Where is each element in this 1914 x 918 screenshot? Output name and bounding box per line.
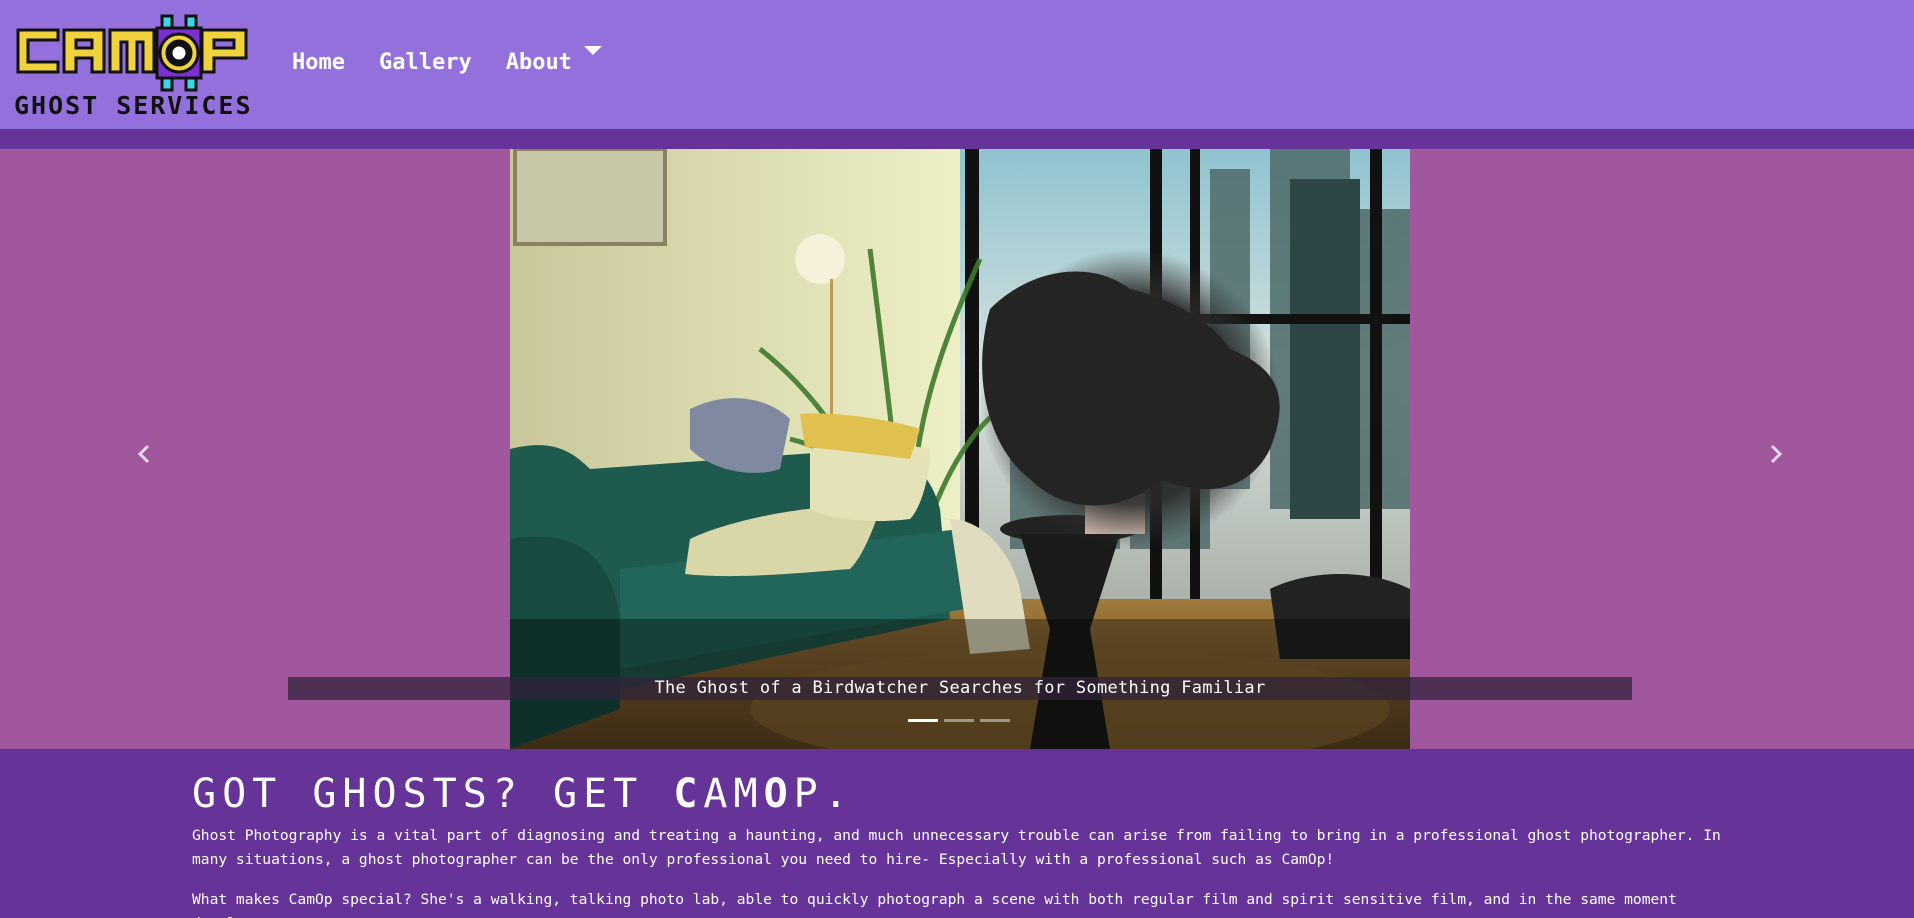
nav-about-link[interactable]: About [506, 50, 572, 75]
main-nav: Home Gallery About [292, 46, 602, 75]
headline-part: O [763, 771, 794, 817]
headline-part: AM [703, 771, 764, 817]
image-carousel: The Ghost of a Birdwatcher Searches for … [0, 149, 1914, 749]
navbar: GHOST SERVICES Home Gallery About [0, 0, 1914, 129]
chevron-right-icon [1770, 444, 1783, 464]
headline-part: C [673, 771, 704, 817]
headline-part: GOT GHOSTS? GET [192, 771, 674, 817]
carousel-caption: The Ghost of a Birdwatcher Searches for … [288, 677, 1632, 700]
header-divider-band [0, 129, 1914, 149]
carousel-indicator-3[interactable] [980, 719, 1010, 722]
special-paragraph: What makes CamOp special? She's a walkin… [192, 891, 1677, 918]
carousel-indicator-2[interactable] [944, 719, 974, 722]
chevron-left-icon [137, 444, 150, 464]
carousel-indicator-1[interactable] [908, 719, 938, 722]
camop-logo-icon: GHOST SERVICES [14, 14, 252, 120]
intro-paragraph: Ghost Photography is a vital part of dia… [192, 827, 1721, 868]
carousel-slide-image [510, 149, 1410, 749]
svg-text:GHOST SERVICES: GHOST SERVICES [14, 91, 252, 120]
carousel-caption-text: The Ghost of a Birdwatcher Searches for … [654, 678, 1266, 698]
main-content: GOT GHOSTS? GET CAMOP. Ghost Photography… [192, 770, 1732, 918]
page-headline: GOT GHOSTS? GET CAMOP. [192, 770, 1732, 818]
carousel-prev-button[interactable] [124, 439, 164, 469]
nav-home-link[interactable]: Home [292, 50, 345, 75]
carousel-next-button[interactable] [1756, 439, 1796, 469]
brand-logo[interactable]: GHOST SERVICES [14, 10, 252, 120]
headline-part: P. [793, 771, 854, 817]
carousel-indicators [908, 719, 1010, 722]
caret-down-icon[interactable] [583, 46, 602, 55]
living-room-photo [510, 149, 1410, 749]
nav-gallery-link[interactable]: Gallery [379, 50, 472, 75]
